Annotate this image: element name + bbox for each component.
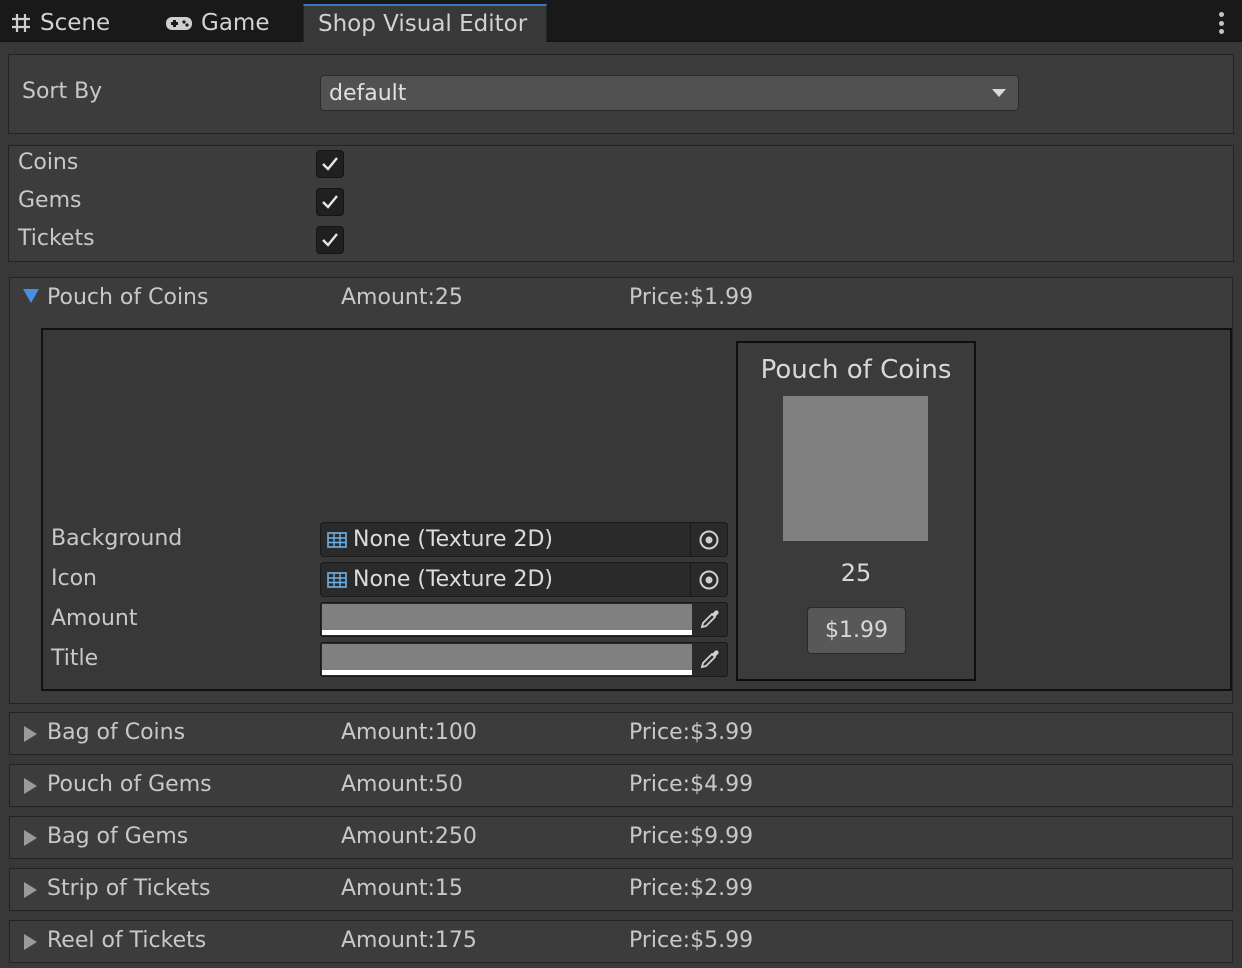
- texture-icon: [327, 531, 347, 548]
- title-color-field[interactable]: [320, 642, 728, 677]
- grid-icon: [10, 12, 32, 34]
- eyedropper-icon[interactable]: [699, 608, 721, 630]
- foldout-collapsed-icon[interactable]: [24, 778, 37, 794]
- item-amount: Amount:100: [341, 720, 477, 745]
- item-title: Pouch of Gems: [47, 772, 212, 797]
- item-title: Bag of Coins: [47, 720, 186, 745]
- item-price: Price:$9.99: [629, 824, 754, 849]
- icon-label: Icon: [51, 566, 97, 591]
- checkmark-icon: [322, 195, 338, 209]
- background-label: Background: [51, 526, 183, 551]
- item-amount: Amount:50: [341, 772, 463, 797]
- title-color-label: Title: [51, 646, 99, 671]
- filter-checkbox-gems[interactable]: [316, 188, 344, 216]
- item-amount: Amount:15: [341, 876, 463, 901]
- item-price: Price:$1.99: [629, 285, 754, 310]
- color-swatch[interactable]: [322, 644, 692, 670]
- chevron-down-icon: [992, 89, 1006, 97]
- item-foldout[interactable]: Strip of Tickets Amount:15 Price:$2.99: [9, 868, 1233, 911]
- preview-amount: 25: [840, 559, 872, 587]
- filters-panel: Coins Gems Tickets: [8, 145, 1234, 262]
- alpha-bar: [322, 670, 692, 675]
- editor-content: Sort By default Coins Gems Tickets Pouch…: [0, 42, 1242, 968]
- tab-shop-label: Shop Visual Editor: [318, 11, 528, 37]
- background-texture-field[interactable]: None (Texture 2D): [320, 522, 728, 557]
- eyedropper-icon[interactable]: [699, 648, 721, 670]
- foldout-expanded-icon[interactable]: [23, 289, 39, 303]
- color-swatch[interactable]: [322, 604, 692, 630]
- item-editor-box: Background Icon Amount Title None (Textu…: [41, 328, 1232, 691]
- foldout-collapsed-icon[interactable]: [24, 882, 37, 898]
- item-price: Price:$5.99: [629, 928, 754, 953]
- sort-dropdown-value: default: [329, 80, 407, 106]
- filter-label-coins: Coins: [18, 150, 79, 175]
- item-foldout[interactable]: Bag of Coins Amount:100 Price:$3.99: [9, 712, 1233, 755]
- item-amount: Amount:25: [341, 285, 463, 310]
- item-amount: Amount:250: [341, 824, 477, 849]
- amount-color-label: Amount: [51, 606, 138, 631]
- item-foldout[interactable]: Pouch of Gems Amount:50 Price:$4.99: [9, 764, 1233, 807]
- item-foldout-expanded: Pouch of Coins Amount:25 Price:$1.99 Bac…: [9, 277, 1233, 704]
- item-foldout[interactable]: Bag of Gems Amount:250 Price:$9.99: [9, 816, 1233, 859]
- texture-icon: [327, 571, 347, 588]
- object-picker-icon[interactable]: [698, 529, 720, 551]
- tab-shop-visual-editor[interactable]: Shop Visual Editor: [303, 4, 547, 42]
- item-title: Reel of Tickets: [47, 928, 207, 953]
- item-price: Price:$4.99: [629, 772, 754, 797]
- sort-by-label: Sort By: [22, 79, 103, 104]
- filter-checkbox-tickets[interactable]: [316, 226, 344, 254]
- icon-texture-value: None (Texture 2D): [353, 567, 554, 592]
- tab-bar: Scene Game Shop Visual Editor: [0, 0, 1242, 42]
- filter-checkbox-coins[interactable]: [316, 150, 344, 178]
- more-options-icon[interactable]: [1218, 12, 1224, 34]
- item-title: Strip of Tickets: [47, 876, 211, 901]
- foldout-collapsed-icon[interactable]: [24, 726, 37, 742]
- tab-game-label: Game: [201, 10, 270, 36]
- foldout-collapsed-icon[interactable]: [24, 934, 37, 950]
- tab-scene[interactable]: Scene: [10, 4, 110, 42]
- preview-price-button[interactable]: $1.99: [807, 607, 906, 654]
- checkmark-icon: [322, 157, 338, 171]
- checkmark-icon: [322, 233, 338, 247]
- alpha-bar: [322, 630, 692, 635]
- background-texture-value: None (Texture 2D): [353, 527, 554, 552]
- tab-game[interactable]: Game: [165, 4, 269, 42]
- sort-dropdown[interactable]: default: [320, 75, 1019, 111]
- item-amount: Amount:175: [341, 928, 477, 953]
- gamepad-icon: [165, 14, 193, 32]
- foldout-collapsed-icon[interactable]: [24, 830, 37, 846]
- filter-label-gems: Gems: [18, 188, 82, 213]
- item-price: Price:$3.99: [629, 720, 754, 745]
- item-title[interactable]: Pouch of Coins: [47, 285, 208, 310]
- item-preview-card: Pouch of Coins 25 $1.99: [736, 341, 976, 681]
- tab-scene-label: Scene: [40, 10, 111, 36]
- object-picker-icon[interactable]: [698, 569, 720, 591]
- preview-image: [783, 396, 928, 541]
- preview-title: Pouch of Coins: [760, 355, 952, 385]
- icon-texture-field[interactable]: None (Texture 2D): [320, 562, 728, 597]
- filter-label-tickets: Tickets: [18, 226, 95, 251]
- amount-color-field[interactable]: [320, 602, 728, 637]
- item-price: Price:$2.99: [629, 876, 754, 901]
- item-foldout[interactable]: Reel of Tickets Amount:175 Price:$5.99: [9, 920, 1233, 963]
- item-title: Bag of Gems: [47, 824, 189, 849]
